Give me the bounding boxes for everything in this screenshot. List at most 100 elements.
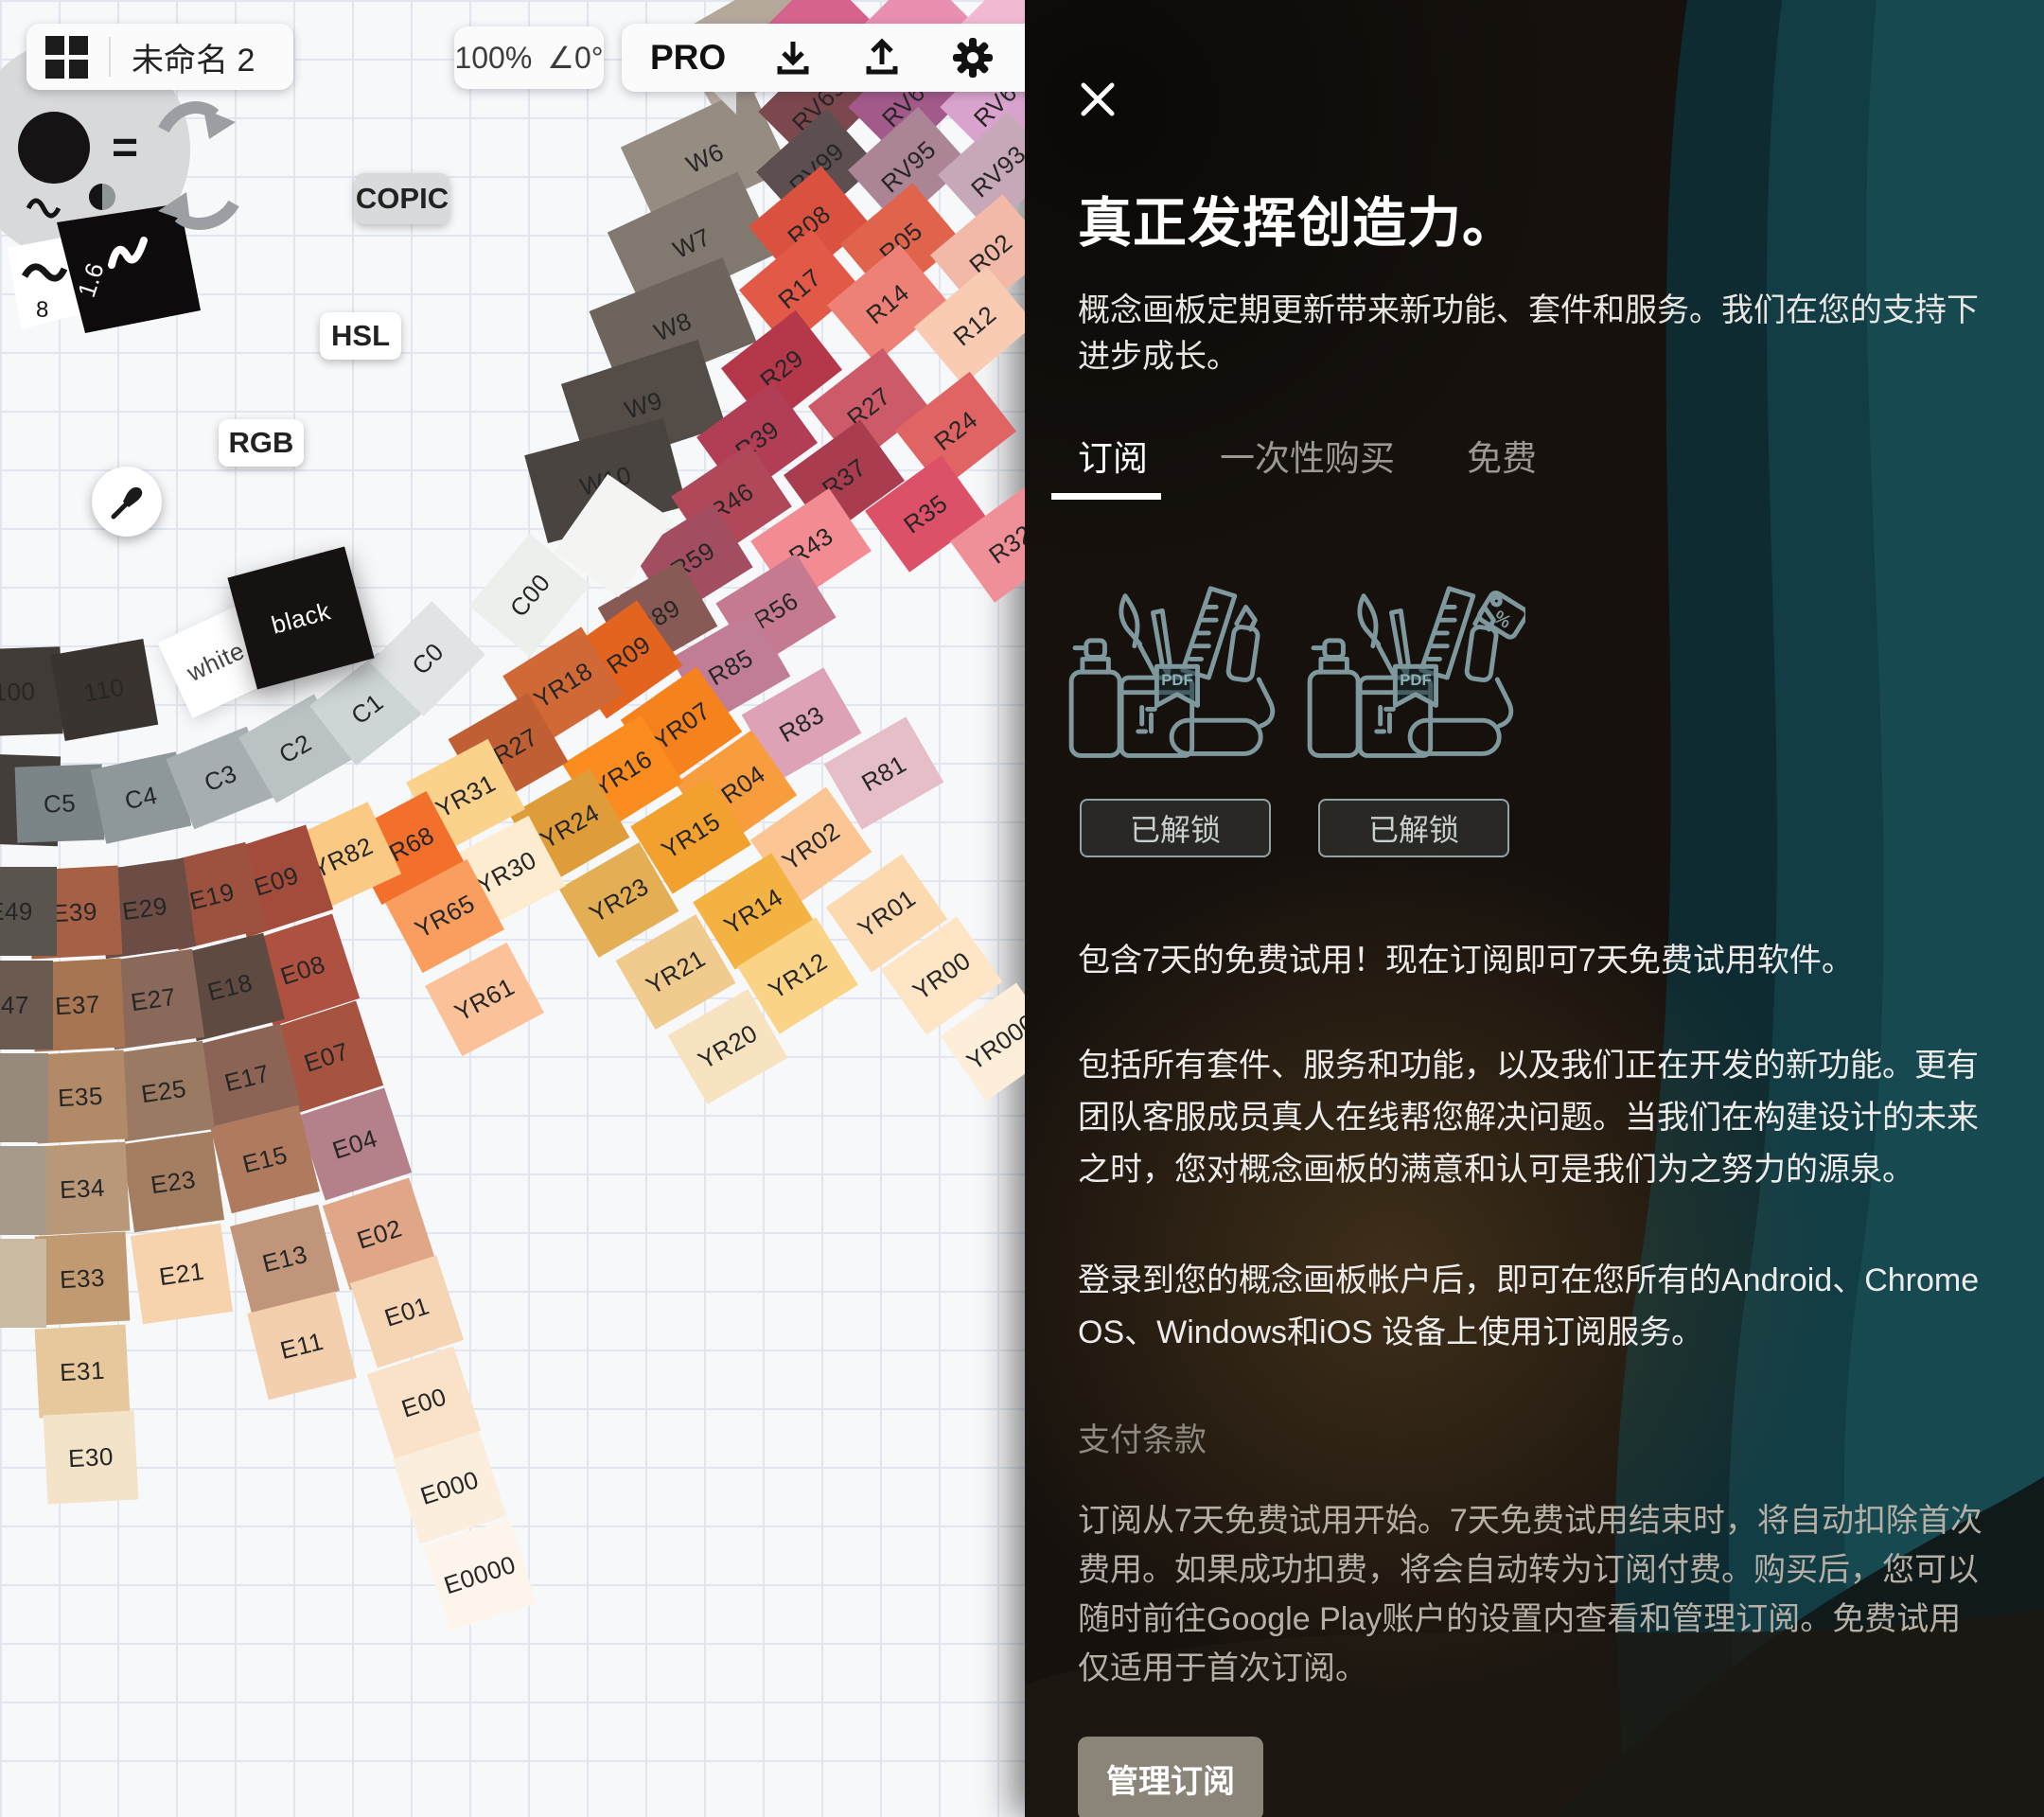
color-swatch-E23[interactable]: E23 (122, 1132, 224, 1232)
swatch-label: YR14 (718, 882, 787, 941)
palette-mode-copic[interactable]: COPIC (355, 173, 449, 224)
swatch-label: E18 (204, 967, 256, 1007)
zoom-level[interactable]: 100% (454, 41, 532, 76)
swatch-label: W7 (668, 221, 714, 264)
swatch-label: W6 (681, 136, 728, 179)
swatch-label: YR15 (656, 806, 725, 865)
gallery-grid-icon[interactable] (45, 36, 88, 79)
swatch-label: R35 (898, 488, 953, 539)
tab-free[interactable]: 免费 (1467, 430, 1537, 500)
color-swatch[interactable] (0, 1239, 46, 1328)
art-tools-discount-illustration: % (1302, 581, 1525, 776)
swatch-label: RV93 (965, 139, 1025, 203)
undo-icon[interactable] (158, 192, 234, 224)
swatch-label: E000 (416, 1465, 482, 1511)
payment-terms-text: 订阅从7天免费试用开始。7天免费试用结束时，将自动扣除首次费用。如果成功扣费，将… (1078, 1496, 1987, 1693)
swatch-label: YR02 (777, 816, 846, 876)
swatch-label: C1 (345, 687, 389, 731)
rotation-angle[interactable]: ∠0° (547, 40, 603, 76)
swatch-label: E39 (51, 896, 97, 927)
art-tools-illustration (1064, 581, 1287, 776)
unlocked-button[interactable]: 已解锁 (1318, 799, 1509, 857)
swatch-label: YR01 (853, 883, 922, 944)
color-swatch-E34[interactable]: E34 (35, 1142, 131, 1236)
opacity-icon[interactable] (89, 184, 115, 210)
eyedropper-button[interactable] (92, 467, 162, 537)
swatch-label: C00 (503, 568, 555, 623)
color-swatch-E30[interactable]: E30 (44, 1411, 139, 1505)
payment-terms-heading: 支付条款 (1078, 1414, 1987, 1460)
swatch-label: E47 (0, 991, 29, 1020)
pro-button[interactable]: PRO (650, 38, 726, 78)
swatch-label: E01 (380, 1291, 432, 1332)
color-swatch-E31[interactable]: E31 (35, 1325, 131, 1419)
swatch-label: R32 (983, 519, 1025, 570)
swatch-label: E02 (353, 1213, 405, 1255)
swatch-label: YR24 (535, 798, 605, 855)
modal-title: 真正发挥创造力。 (1078, 180, 1987, 257)
swatch-label: E15 (239, 1139, 291, 1179)
color-swatch-E25[interactable]: E25 (113, 1041, 215, 1141)
plan-tabs: 订阅 一次性购买 免费 (1078, 430, 1987, 500)
drawing-canvas[interactable]: W4W6W7W8W9W10RV69RV66RV63RV99RV95RV93R08… (0, 0, 1025, 1817)
swatch-label: R29 (754, 344, 809, 396)
color-swatch-E33[interactable]: E33 (35, 1232, 131, 1326)
devices-text: 登录到您的概念画板帐户后，即可在您所有的Android、Chrome OS、Wi… (1078, 1255, 1987, 1359)
zoom-toolbar[interactable]: 100% ∠0° (454, 26, 604, 89)
swatch-label: E25 (139, 1073, 188, 1108)
document-title[interactable]: 未命名 2 (132, 34, 255, 80)
color-swatch[interactable] (0, 1146, 46, 1235)
color-swatch-110[interactable]: 110 (50, 639, 158, 741)
swatch-label: R24 (928, 405, 983, 457)
swatch-label: YR31 (431, 768, 501, 824)
settings-gear-icon[interactable] (950, 35, 996, 80)
swatch-label: E27 (129, 981, 178, 1016)
swatch-label: E35 (57, 1081, 103, 1112)
palette-mode-hsl[interactable]: HSL (320, 312, 401, 360)
product-all-packs: 已解锁 (1078, 581, 1273, 857)
import-icon[interactable] (771, 36, 815, 79)
tab-one-time-purchase[interactable]: 一次性购买 (1220, 430, 1395, 500)
current-color-dot[interactable] (18, 112, 90, 184)
color-swatch-E47[interactable]: E47 (0, 961, 53, 1050)
swatch-label: C2 (273, 728, 316, 769)
color-swatch-E21[interactable]: E21 (131, 1224, 233, 1324)
toolbar-fold (712, 90, 736, 115)
swatch-label: E08 (276, 949, 328, 991)
unlocked-button[interactable]: 已解锁 (1080, 799, 1271, 857)
swatch-label: black (268, 596, 333, 640)
swatch-label: R83 (774, 699, 829, 748)
swatch-label: E19 (186, 876, 238, 916)
swatch-label: E49 (0, 897, 33, 926)
divider (109, 37, 111, 77)
swatch-label: E17 (221, 1058, 273, 1098)
trial-text: 包含7天的免费试用！现在订阅即可7天免费试用软件。 (1078, 935, 1987, 987)
swatch-label: E37 (54, 989, 100, 1020)
swatch-label: YR20 (693, 1018, 763, 1075)
swatch-label: E29 (120, 891, 169, 926)
palette-mode-rgb[interactable]: RGB (219, 419, 304, 467)
swatch-label: C4 (122, 780, 160, 815)
color-swatch[interactable] (0, 1053, 48, 1142)
swatch-label: YR61 (449, 972, 520, 1028)
redo-icon[interactable] (164, 108, 236, 139)
swatch-label: E30 (67, 1441, 114, 1473)
swatch-label: R14 (860, 277, 915, 329)
swatch-label: E31 (59, 1355, 105, 1386)
swatch-label: E33 (59, 1262, 105, 1294)
swatch-label: R81 (856, 749, 911, 797)
swatch-label: E11 (277, 1326, 326, 1365)
export-icon[interactable] (860, 36, 904, 79)
swatch-label: R27 (841, 381, 896, 433)
manage-subscription-button[interactable]: 管理订阅 (1078, 1737, 1263, 1817)
swatch-label: YR21 (641, 944, 711, 1000)
swatch-label: 100 (0, 677, 36, 708)
modal-content: 真正发挥创造力。 概念画板定期更新带来新功能、套件和服务。我们在您的支持下进步成… (1025, 0, 2044, 1817)
close-icon[interactable] (1078, 79, 1118, 119)
color-swatch-E49[interactable]: E49 (0, 867, 57, 956)
tab-subscribe[interactable]: 订阅 (1078, 430, 1148, 500)
swatch-label: YR12 (763, 946, 832, 1005)
document-toolbar: 未命名 2 (26, 24, 293, 90)
swatch-label: C3 (200, 758, 240, 798)
swatch-label: E13 (259, 1239, 310, 1279)
